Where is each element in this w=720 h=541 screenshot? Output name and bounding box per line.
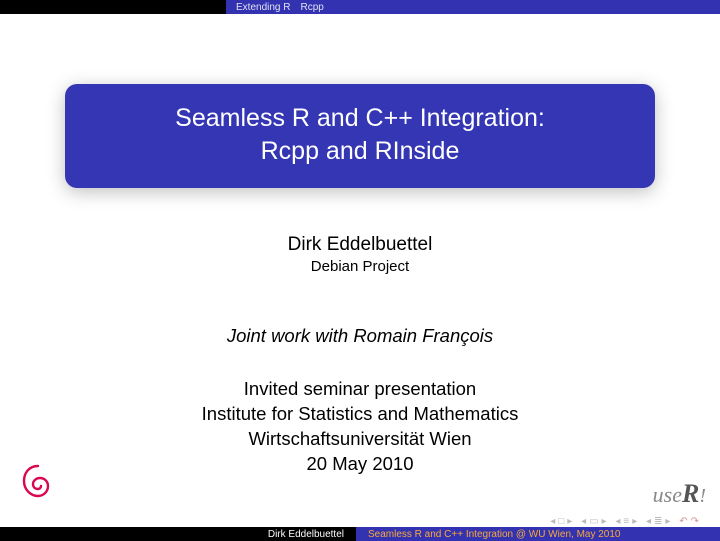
seminar-line-3: Wirtschaftsuniversität Wien bbox=[0, 427, 720, 452]
nav-section-icon[interactable]: ◂≡▸ bbox=[615, 516, 640, 527]
topbar-spacer bbox=[0, 0, 226, 14]
user-logo-prefix: use bbox=[653, 482, 682, 507]
user-conference-logo: useR! bbox=[653, 479, 706, 509]
seminar-line-1: Invited seminar presentation bbox=[0, 377, 720, 402]
nav-subsection-icon[interactable]: ◂▭▸ bbox=[581, 516, 610, 527]
user-logo-bang: ! bbox=[699, 485, 706, 507]
footer-author: Dirk Eddelbuettel bbox=[0, 527, 356, 541]
topbar-sections[interactable]: Extending R Rcpp bbox=[226, 0, 356, 14]
section-link-rcpp[interactable]: Rcpp bbox=[300, 2, 323, 13]
nav-back-forward-icon[interactable]: ↶↷ bbox=[679, 516, 702, 527]
joint-work-line: Joint work with Romain François bbox=[0, 325, 720, 347]
top-navigation-bar: Extending R Rcpp bbox=[0, 0, 720, 14]
footer-bar: Dirk Eddelbuettel Seamless R and C++ Int… bbox=[0, 527, 720, 541]
nav-frame-back-icon[interactable]: ◂□▸ bbox=[550, 516, 575, 527]
topbar-fill bbox=[356, 0, 720, 14]
footer-title: Seamless R and C++ Integration @ WU Wien… bbox=[356, 527, 720, 541]
debian-swirl-icon bbox=[14, 458, 62, 511]
title-block: Seamless R and C++ Integration: Rcpp and… bbox=[65, 84, 655, 188]
user-logo-r: R bbox=[682, 479, 699, 508]
title-line-1: Seamless R and C++ Integration: bbox=[75, 104, 645, 133]
seminar-info: Invited seminar presentation Institute f… bbox=[0, 377, 720, 477]
nav-presentation-icon[interactable]: ◂≣▸ bbox=[646, 516, 673, 527]
section-link-extending-r[interactable]: Extending R bbox=[236, 2, 290, 13]
author-affiliation: Debian Project bbox=[0, 258, 720, 275]
seminar-line-2: Institute for Statistics and Mathematics bbox=[0, 402, 720, 427]
seminar-line-4: 20 May 2010 bbox=[0, 452, 720, 477]
beamer-navigation-symbols[interactable]: ◂□▸ ◂▭▸ ◂≡▸ ◂≣▸ ↶↷ bbox=[550, 516, 702, 527]
slide-body: Seamless R and C++ Integration: Rcpp and… bbox=[0, 14, 720, 477]
title-line-2: Rcpp and RInside bbox=[75, 137, 645, 166]
author-name: Dirk Eddelbuettel bbox=[0, 234, 720, 256]
